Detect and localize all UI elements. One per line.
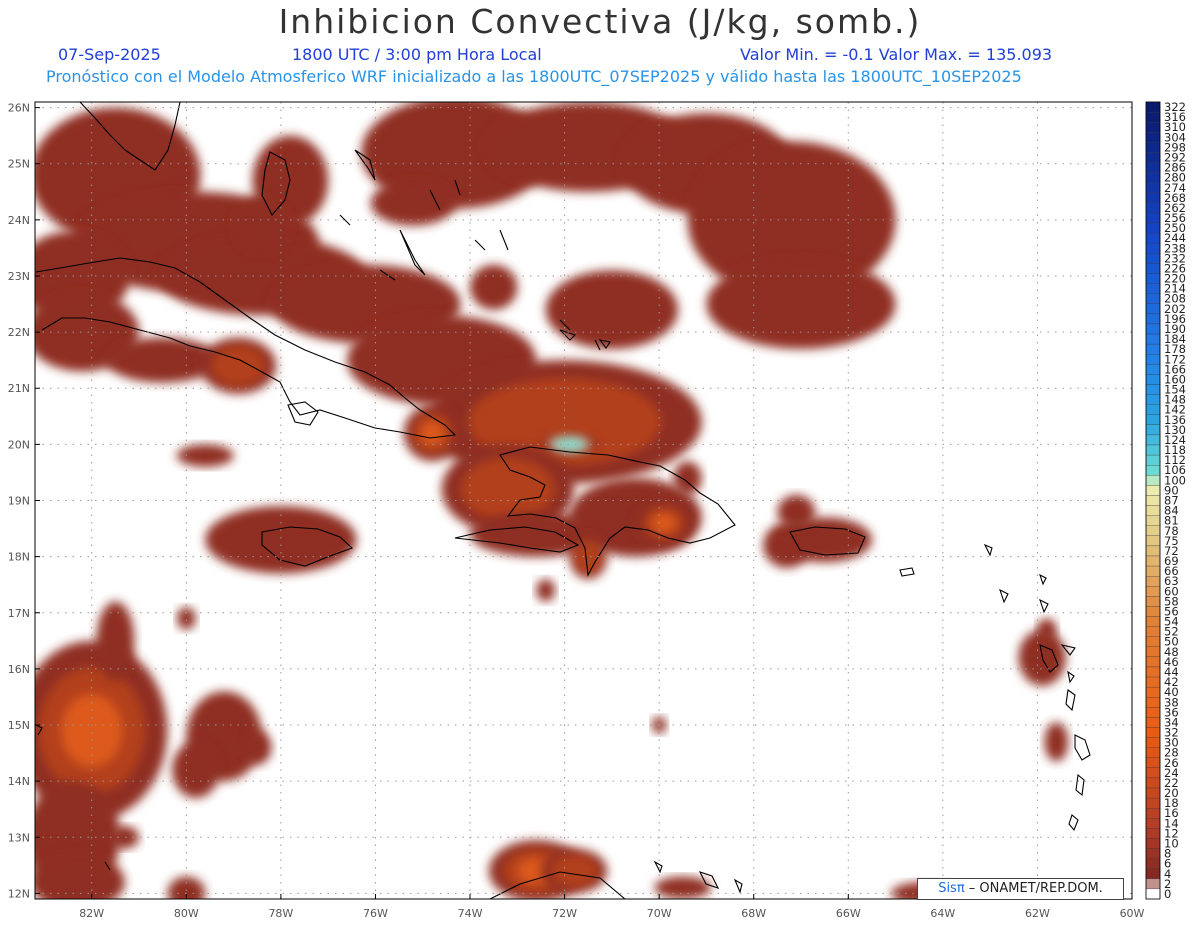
colorbar-swatch [1145, 273, 1161, 284]
colorbar-swatch [1145, 303, 1161, 315]
colorbar-swatch [1145, 545, 1161, 557]
colorbar-swatch [1145, 727, 1161, 738]
colorbar-swatch [1145, 384, 1161, 395]
colorbar-swatch [1145, 777, 1161, 789]
colorbar-swatch [1145, 717, 1161, 728]
colorbar-swatch [1145, 364, 1161, 375]
colorbar-swatch [1145, 515, 1161, 526]
credit-box: Sisπ – ONAMET/REP.DOM. [917, 878, 1124, 900]
colorbar-swatch [1145, 444, 1161, 456]
colorbar-swatch [1145, 848, 1161, 859]
colorbar-swatch [1145, 868, 1161, 879]
colorbar-swatch [1145, 525, 1161, 536]
colorbar-swatch [1145, 101, 1161, 113]
colorbar-swatch [1145, 858, 1161, 869]
colorbar-swatch [1145, 757, 1161, 768]
colorbar-swatch [1145, 465, 1161, 476]
colorbar-swatch [1145, 414, 1161, 425]
colorbar-swatch [1145, 576, 1161, 587]
colorbar-swatch [1145, 656, 1161, 668]
colorbar-swatch [1145, 253, 1161, 264]
colorbar-swatch [1145, 787, 1161, 799]
colorbar-swatch [1145, 535, 1161, 547]
colorbar-swatch [1145, 707, 1161, 718]
colorbar-swatch [1145, 212, 1161, 224]
colorbar-swatch [1145, 686, 1161, 698]
colorbar-swatch [1145, 172, 1161, 183]
colorbar-swatch [1145, 111, 1161, 123]
colorbar-swatch [1145, 424, 1161, 436]
colorbar-swatch [1145, 606, 1161, 617]
colorbar-swatch [1145, 888, 1161, 900]
colorbar-label: 0 [1164, 887, 1171, 901]
colorbar-swatch [1145, 152, 1161, 163]
colorbar-swatch [1145, 747, 1161, 758]
colorbar-swatch [1145, 263, 1161, 274]
colorbar-swatch [1145, 394, 1161, 405]
colorbar-swatch [1145, 646, 1161, 658]
sispi-logo-text: Sisπ [938, 881, 965, 896]
colorbar-swatch [1145, 636, 1161, 647]
colorbar-swatch [1145, 596, 1161, 607]
colorbar-swatch [1145, 283, 1161, 294]
colorbar-swatch [1145, 374, 1161, 385]
colorbar-swatch [1145, 767, 1161, 779]
colorbar-swatch [1145, 122, 1161, 133]
colorbar-swatch [1145, 243, 1161, 254]
colorbar-swatch [1145, 505, 1161, 516]
colorbar-swatch [1145, 182, 1161, 193]
colorbar-swatch [1145, 666, 1161, 678]
colorbar-swatch [1145, 555, 1161, 567]
colorbar-swatch [1145, 838, 1161, 849]
colorbar-swatch [1145, 233, 1161, 244]
colorbar-swatch [1145, 404, 1161, 415]
colorbar-swatch [1145, 626, 1161, 637]
colorbar-swatch [1145, 565, 1161, 577]
colorbar-swatch [1145, 323, 1161, 335]
colorbar-swatch [1145, 343, 1161, 355]
colorbar-swatch [1145, 202, 1161, 214]
colorbar-swatch [1145, 818, 1161, 829]
colorbar: 3223163103042982922862802742682622562502… [1145, 100, 1186, 901]
colorbar-swatch [1145, 797, 1161, 809]
colorbar-swatch [1145, 313, 1161, 325]
colorbar-swatch [1145, 222, 1161, 234]
credit-text: – ONAMET/REP.DOM. [964, 881, 1103, 896]
colorbar-swatch [1145, 616, 1161, 627]
colorbar-swatch [1145, 676, 1161, 688]
colorbar-swatch [1145, 737, 1161, 748]
colorbar-swatch [1145, 878, 1161, 890]
colorbar-swatch [1145, 162, 1161, 173]
colorbar-swatch [1145, 454, 1161, 466]
colorbar-swatch [1145, 354, 1161, 365]
colorbar-swatch [1145, 132, 1161, 143]
colorbar-swatches [1145, 101, 1161, 900]
colorbar-swatch [1145, 333, 1161, 345]
colorbar-swatch [1145, 586, 1161, 597]
colorbar-swatch [1145, 293, 1161, 304]
colorbar-swatch [1145, 828, 1161, 839]
colorbar-swatch [1145, 192, 1161, 204]
colorbar-labels: 3223163103042982922862802742682622562502… [1164, 100, 1186, 901]
colorbar-swatch [1145, 434, 1161, 446]
colorbar-swatch [1145, 142, 1161, 153]
colorbar-swatch [1145, 495, 1161, 506]
colorbar-swatch [1145, 808, 1161, 819]
colorbar-swatch [1145, 485, 1161, 496]
colorbar-swatch [1145, 475, 1161, 486]
colorbar-swatch [1145, 697, 1161, 708]
